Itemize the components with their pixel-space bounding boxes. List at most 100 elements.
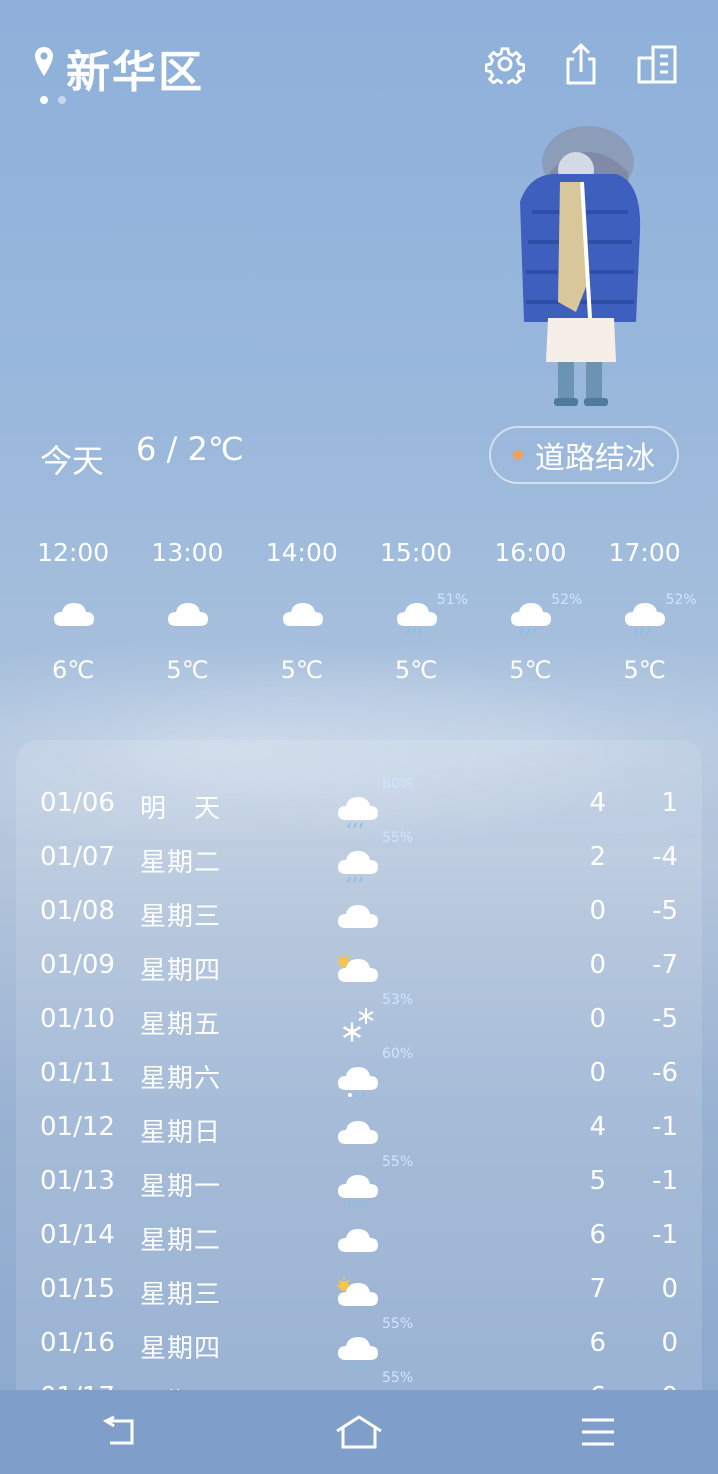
daily-row[interactable]: 01/17 星期五 55% 6 0 <box>16 1370 702 1390</box>
cloudy-icon <box>336 896 384 936</box>
day-low-temp: -4 <box>652 842 678 872</box>
precip-probability: 55% <box>382 1154 414 1170</box>
daily-row[interactable]: 01/09 星期四 0 -7 <box>16 940 702 994</box>
day-low-temp: -5 <box>652 1004 678 1034</box>
hourly-item: 12:00 6℃ <box>16 538 130 698</box>
precip-probability: 51% <box>436 592 469 608</box>
precip-probability: 55% <box>382 1316 414 1332</box>
menu-icon <box>582 1418 615 1446</box>
daily-row[interactable]: 01/12 星期日 4 -1 <box>16 1102 702 1156</box>
snowflake-icon <box>336 1004 384 1044</box>
day-weekday: 明 天 <box>140 794 222 824</box>
hourly-item: 17:00 52% 5℃ <box>587 538 701 698</box>
daily-row[interactable]: 01/10 星期五 53% 0 -5 <box>16 992 702 1048</box>
share-button[interactable] <box>559 42 603 86</box>
city-name[interactable]: 新华区 <box>66 36 204 100</box>
cloudy-icon <box>336 1220 384 1260</box>
partly-sunny-icon <box>336 950 384 990</box>
daily-row[interactable]: 01/11 星期六 60% 0 -6 <box>16 1046 702 1102</box>
day-low-temp: -1 <box>652 1166 678 1196</box>
rain-cloud-icon <box>336 1328 384 1369</box>
rain-cloud-icon <box>509 594 553 635</box>
cloudy-icon <box>166 594 210 634</box>
daily-forecast-panel[interactable]: 01/06 明 天 80% 4 1 01/07 星期二 55% 2 -4 01/… <box>16 740 702 1390</box>
menu-button[interactable] <box>479 1390 718 1474</box>
hourly-item: 13:00 5℃ <box>130 538 244 698</box>
precip-probability: 55% <box>382 830 414 846</box>
city-list-button[interactable] <box>635 42 679 86</box>
daily-row[interactable]: 01/06 明 天 80% 4 1 <box>16 776 702 832</box>
weather-alert-button[interactable]: 道路结冰 <box>489 426 679 484</box>
day-low-temp: -1 <box>652 1220 678 1250</box>
day-high-temp: 4 <box>589 788 606 818</box>
day-high-temp: 0 <box>589 1004 606 1034</box>
day-high-temp: 2 <box>589 842 606 872</box>
today-temp-range: 6 / 2℃ <box>136 430 244 468</box>
hourly-item: 15:00 51% 5℃ <box>359 538 473 698</box>
hour-temp: 5℃ <box>166 656 209 684</box>
outfit-figure-illustration <box>520 126 641 406</box>
day-weekday: 星期五 <box>140 1382 221 1390</box>
back-icon <box>102 1415 134 1445</box>
hour-temp: 5℃ <box>509 656 552 684</box>
hour-time: 15:00 <box>380 538 453 567</box>
day-date: 01/13 <box>40 1166 115 1196</box>
day-date: 01/17 <box>40 1382 115 1390</box>
page-dot-active <box>40 96 48 104</box>
precip-probability: 53% <box>382 992 414 1008</box>
precip-probability: 55% <box>382 1370 414 1386</box>
day-weekday: 星期五 <box>140 1010 222 1040</box>
day-date: 01/12 <box>40 1112 115 1142</box>
day-high-temp: 6 <box>589 1220 606 1250</box>
hourly-forecast[interactable]: 12:00 6℃ 13:00 5℃ 14:00 5℃ 15:00 51% 5℃ … <box>16 538 702 698</box>
daily-row[interactable]: 01/14 星期二 6 -1 <box>16 1210 702 1264</box>
hourly-item: 14:00 5℃ <box>245 538 359 698</box>
day-weekday: 星期二 <box>140 1226 222 1256</box>
hour-temp: 5℃ <box>623 656 666 684</box>
day-weekday: 星期六 <box>140 1064 222 1094</box>
hour-time: 13:00 <box>151 538 224 567</box>
day-low-temp: -7 <box>652 950 678 980</box>
home-button[interactable] <box>239 1390 478 1474</box>
day-weekday: 星期三 <box>140 1280 222 1310</box>
day-low-temp: -1 <box>652 1112 678 1142</box>
rain-cloud-icon <box>336 1382 384 1390</box>
day-high-temp: 0 <box>589 896 606 926</box>
day-high-temp: 7 <box>589 1274 606 1304</box>
day-date: 01/15 <box>40 1274 115 1304</box>
precip-probability: 52% <box>665 592 697 608</box>
daily-row[interactable]: 01/08 星期三 0 -5 <box>16 886 702 940</box>
day-low-temp: 0 <box>626 1382 678 1390</box>
daily-row[interactable]: 01/16 星期四 55% 6 0 <box>16 1316 702 1372</box>
hourly-item: 16:00 52% 5℃ <box>473 538 587 698</box>
daily-row[interactable]: 01/13 星期一 55% 5 -1 <box>16 1154 702 1210</box>
day-weekday: 星期一 <box>140 1172 222 1202</box>
daily-row[interactable]: 01/07 星期二 55% 2 -4 <box>16 830 702 886</box>
day-date: 01/06 <box>40 788 115 818</box>
page-dot <box>58 96 66 104</box>
hour-time: 12:00 <box>37 538 110 567</box>
day-low-temp: 0 <box>661 1328 678 1358</box>
hour-time: 16:00 <box>494 538 567 567</box>
day-high-temp: 6 <box>556 1382 606 1390</box>
rain-cloud-icon <box>336 788 384 829</box>
settings-button[interactable] <box>483 42 527 86</box>
hour-temp: 5℃ <box>280 656 323 684</box>
gear-icon <box>485 47 525 84</box>
hour-temp: 5℃ <box>394 656 438 684</box>
city-list-icon <box>637 45 677 84</box>
daily-row[interactable]: 01/15 星期三 7 0 <box>16 1264 702 1318</box>
location-pin-icon <box>35 47 53 76</box>
rain-cloud-icon <box>336 1166 384 1207</box>
cloudy-icon <box>336 1112 384 1152</box>
hour-temp: 6℃ <box>52 656 95 684</box>
day-low-temp: 1 <box>661 788 678 818</box>
day-date: 01/07 <box>40 842 115 872</box>
day-date: 01/10 <box>40 1004 115 1034</box>
partly-sunny-icon <box>336 1274 384 1314</box>
day-low-temp: -5 <box>652 896 678 926</box>
day-weekday: 星期四 <box>140 1334 222 1364</box>
back-button[interactable] <box>0 1390 239 1474</box>
header: 新华区 <box>0 0 718 110</box>
rain-cloud-icon <box>336 842 384 883</box>
